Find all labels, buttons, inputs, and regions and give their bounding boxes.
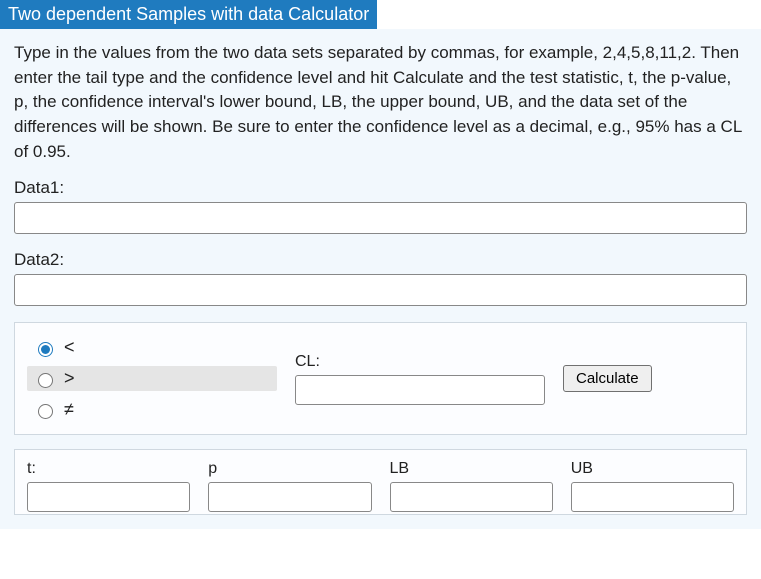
t-output[interactable] [27, 482, 190, 512]
lb-output[interactable] [390, 482, 553, 512]
tail-radio-ne[interactable] [38, 404, 53, 419]
tail-option-ne[interactable]: ≠ [27, 397, 277, 422]
page-title: Two dependent Samples with data Calculat… [0, 0, 377, 29]
tail-option-gt[interactable]: > [27, 366, 277, 391]
lb-label: LB [390, 460, 553, 478]
cl-field: CL: [295, 353, 545, 405]
tail-radio-group: < > ≠ [27, 335, 277, 422]
tail-symbol-gt: > [64, 368, 75, 389]
calculate-button[interactable]: Calculate [563, 365, 652, 392]
data1-label: Data1: [14, 178, 747, 198]
tail-symbol-lt: < [64, 337, 75, 358]
calculator-panel: Type in the values from the two data set… [0, 29, 761, 529]
results-box: t: p LB UB [14, 449, 747, 515]
tail-option-lt[interactable]: < [27, 335, 277, 360]
tail-symbol-ne: ≠ [64, 399, 74, 420]
cl-input[interactable] [295, 375, 545, 405]
tail-radio-gt[interactable] [38, 373, 53, 388]
options-box: < > ≠ CL: Calculate [14, 322, 747, 435]
cl-label: CL: [295, 353, 545, 371]
tail-radio-lt[interactable] [38, 342, 53, 357]
data2-input[interactable] [14, 274, 747, 306]
instructions-text: Type in the values from the two data set… [14, 41, 747, 164]
p-label: p [208, 460, 371, 478]
ub-label: UB [571, 460, 734, 478]
data2-label: Data2: [14, 250, 747, 270]
p-output[interactable] [208, 482, 371, 512]
t-label: t: [27, 460, 190, 478]
ub-output[interactable] [571, 482, 734, 512]
data1-input[interactable] [14, 202, 747, 234]
